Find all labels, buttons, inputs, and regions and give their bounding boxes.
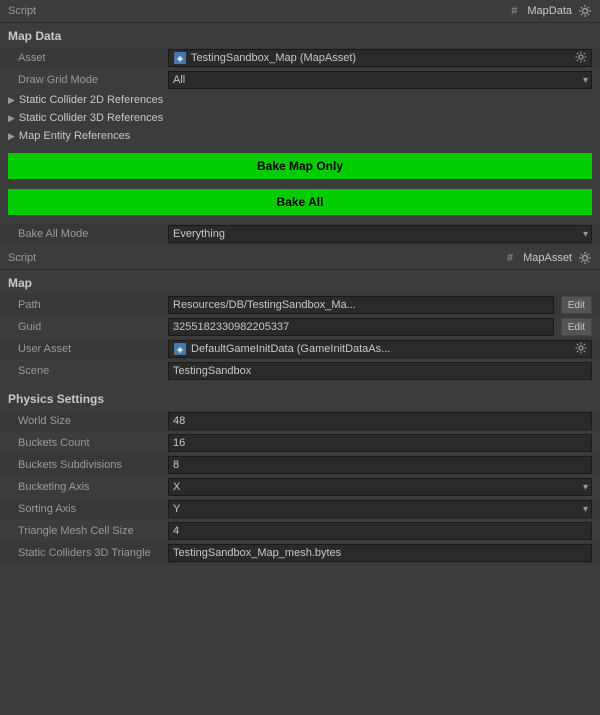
draw-grid-row: Draw Grid Mode All None Custom bbox=[0, 69, 600, 91]
bake-all-mode-row: Bake All Mode Everything MapOnly Physics bbox=[0, 223, 600, 245]
asset-value: TestingSandbox_Map (MapAsset) bbox=[191, 52, 575, 64]
bake-all-mode-select-wrapper[interactable]: Everything MapOnly Physics bbox=[168, 225, 592, 243]
bucketing-axis-label: Bucketing Axis bbox=[8, 481, 168, 493]
settings-icon-1[interactable] bbox=[578, 4, 592, 18]
guid-label: Guid bbox=[8, 321, 168, 333]
asset-icon: ◈ bbox=[173, 51, 187, 65]
static-collider-2d-row[interactable]: ▶ Static Collider 2D References bbox=[0, 91, 600, 109]
bake-all-mode-label: Bake All Mode bbox=[8, 228, 168, 240]
bucketing-axis-select[interactable]: X Y Z bbox=[168, 478, 592, 496]
scene-label: Scene bbox=[8, 365, 168, 377]
guid-input[interactable] bbox=[168, 318, 554, 336]
world-size-input[interactable] bbox=[168, 412, 592, 430]
draw-grid-select-wrapper[interactable]: All None Custom bbox=[168, 71, 592, 89]
triangle-mesh-input[interactable] bbox=[168, 522, 592, 540]
static-collider-2d-label: Static Collider 2D References bbox=[19, 94, 163, 106]
buckets-count-label: Buckets Count bbox=[8, 437, 168, 449]
buckets-subdivisions-row: Buckets Subdivisions bbox=[0, 454, 600, 476]
svg-text:◈: ◈ bbox=[177, 54, 184, 63]
user-asset-input-wrapper[interactable]: ◈ DefaultGameInitData (GameInitDataAs... bbox=[168, 340, 592, 358]
arrow-icon-entity: ▶ bbox=[8, 131, 15, 142]
static-colliders-row: Static Colliders 3D Triangle bbox=[0, 542, 600, 564]
bucketing-axis-select-wrapper[interactable]: X Y Z bbox=[168, 478, 592, 496]
static-collider-3d-row[interactable]: ▶ Static Collider 3D References bbox=[0, 109, 600, 127]
sorting-axis-select[interactable]: X Y Z bbox=[168, 500, 592, 518]
map-asset-panel: Map Path Edit Guid Edit User Asset ◈ Def… bbox=[0, 270, 600, 564]
user-asset-label: User Asset bbox=[8, 343, 168, 355]
asset-input-wrapper[interactable]: ◈ TestingSandbox_Map (MapAsset) bbox=[168, 49, 592, 67]
script-name-2: MapAsset bbox=[523, 252, 572, 264]
triangle-mesh-label: Triangle Mesh Cell Size bbox=[8, 525, 168, 537]
bucketing-axis-row: Bucketing Axis X Y Z bbox=[0, 476, 600, 498]
script-header-2: Script # MapAsset bbox=[0, 247, 600, 270]
path-label: Path bbox=[8, 299, 168, 311]
asset-row: Asset ◈ TestingSandbox_Map (MapAsset) bbox=[0, 47, 600, 69]
path-input[interactable] bbox=[168, 296, 554, 314]
asset-label: Asset bbox=[8, 52, 168, 64]
arrow-icon-3d: ▶ bbox=[8, 113, 15, 124]
settings-icon-2[interactable] bbox=[578, 251, 592, 265]
draw-grid-select[interactable]: All None Custom bbox=[168, 71, 592, 89]
static-colliders-label: Static Colliders 3D Triangle bbox=[8, 547, 168, 559]
static-collider-3d-label: Static Collider 3D References bbox=[19, 112, 163, 124]
script-label-2: Script bbox=[8, 252, 36, 264]
buckets-subdivisions-label: Buckets Subdivisions bbox=[8, 459, 168, 471]
bake-map-only-button[interactable]: Bake Map Only bbox=[8, 153, 592, 179]
script-label-1: Script bbox=[8, 5, 36, 17]
map-data-panel: Map Data Asset ◈ TestingSandbox_Map (Map… bbox=[0, 23, 600, 245]
sorting-axis-label: Sorting Axis bbox=[8, 503, 168, 515]
user-asset-settings-icon[interactable] bbox=[575, 342, 587, 357]
map-entity-row[interactable]: ▶ Map Entity References bbox=[0, 127, 600, 145]
buckets-count-input[interactable] bbox=[168, 434, 592, 452]
user-asset-row: User Asset ◈ DefaultGameInitData (GameIn… bbox=[0, 338, 600, 360]
user-asset-icon: ◈ bbox=[173, 342, 187, 356]
hash-icon-1: # bbox=[511, 5, 517, 17]
svg-text:◈: ◈ bbox=[177, 345, 184, 354]
static-colliders-input[interactable] bbox=[168, 544, 592, 562]
path-row: Path Edit bbox=[0, 294, 600, 316]
scene-input[interactable] bbox=[168, 362, 592, 380]
script-name-1: MapData bbox=[527, 5, 572, 17]
map-data-label: Map Data bbox=[0, 23, 600, 47]
guid-row: Guid Edit bbox=[0, 316, 600, 338]
map-entity-label: Map Entity References bbox=[19, 130, 130, 142]
physics-settings-label: Physics Settings bbox=[0, 386, 600, 410]
buckets-subdivisions-input[interactable] bbox=[168, 456, 592, 474]
script-header-1: Script # MapData bbox=[0, 0, 600, 23]
path-edit-button[interactable]: Edit bbox=[561, 296, 592, 314]
scene-row: Scene bbox=[0, 360, 600, 382]
guid-edit-button[interactable]: Edit bbox=[561, 318, 592, 336]
arrow-icon-2d: ▶ bbox=[8, 95, 15, 106]
sorting-axis-row: Sorting Axis X Y Z bbox=[0, 498, 600, 520]
map-group-label: Map bbox=[0, 270, 600, 294]
hash-icon-2: # bbox=[507, 252, 513, 264]
world-size-row: World Size bbox=[0, 410, 600, 432]
draw-grid-label: Draw Grid Mode bbox=[8, 74, 168, 86]
bake-all-button[interactable]: Bake All bbox=[8, 189, 592, 215]
world-size-label: World Size bbox=[8, 415, 168, 427]
asset-settings-icon[interactable] bbox=[575, 51, 587, 66]
sorting-axis-select-wrapper[interactable]: X Y Z bbox=[168, 500, 592, 518]
buckets-count-row: Buckets Count bbox=[0, 432, 600, 454]
bake-all-mode-select[interactable]: Everything MapOnly Physics bbox=[168, 225, 592, 243]
triangle-mesh-row: Triangle Mesh Cell Size bbox=[0, 520, 600, 542]
user-asset-value: DefaultGameInitData (GameInitDataAs... bbox=[191, 343, 573, 355]
